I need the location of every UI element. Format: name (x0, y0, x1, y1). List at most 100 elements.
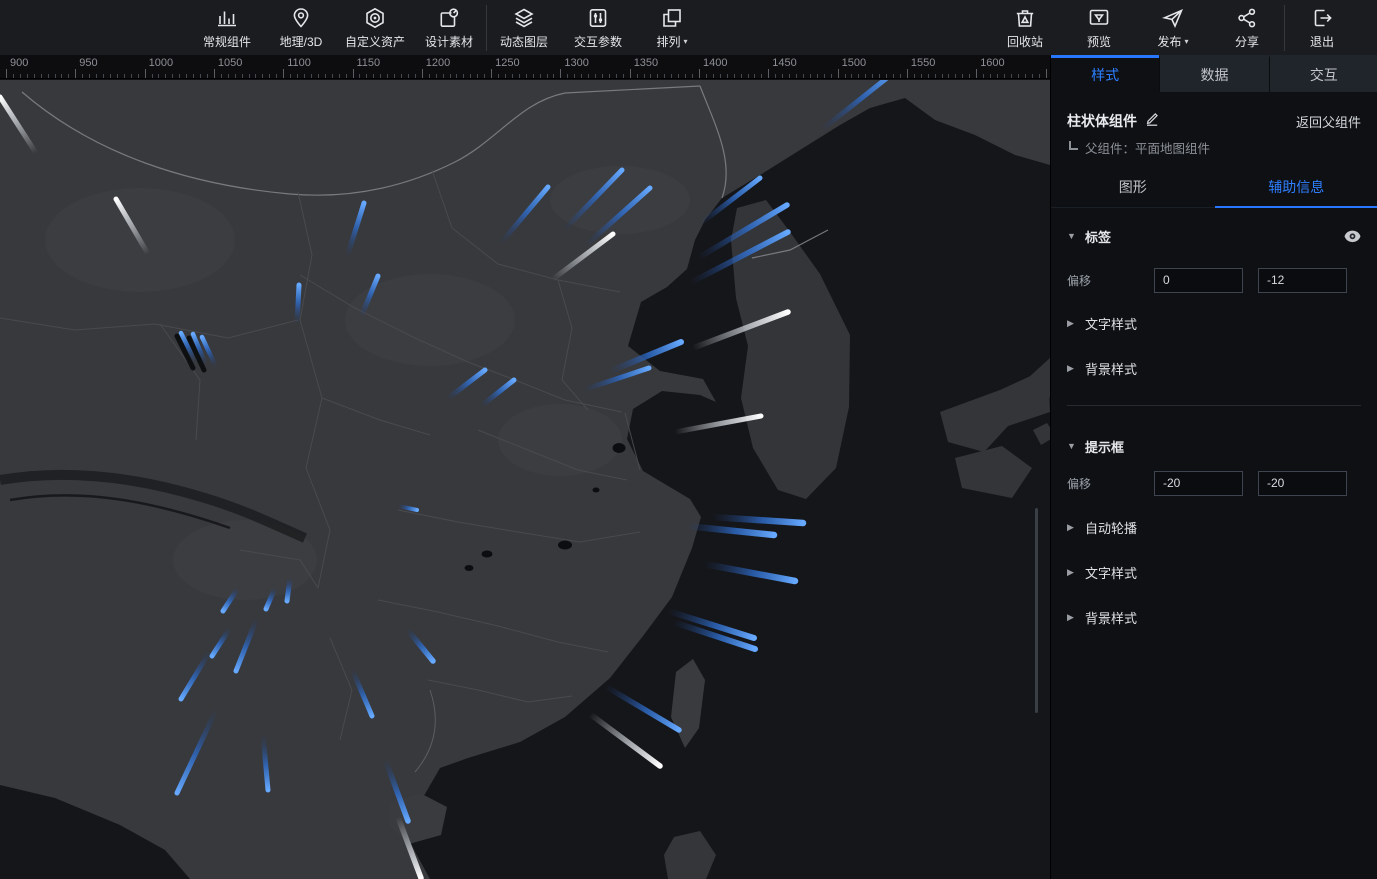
section-divider (1067, 405, 1361, 406)
toolbar-item-publish[interactable]: 发布▾ (1136, 0, 1210, 55)
datav-editor: 常规组件 地理/3D 自定义资产 (0, 0, 1377, 879)
tooltip-offset-y-input[interactable] (1258, 471, 1347, 496)
offset-label: 偏移 (1067, 475, 1091, 492)
ruler-label: 950 (79, 57, 97, 69)
chevron-collapsed-icon: ▶ (1067, 522, 1085, 533)
toolbar-item-label: 设计素材 (425, 33, 473, 50)
fold-label: 文字样式 (1085, 563, 1137, 582)
toolbar-item-design-assets[interactable]: 设计素材 (412, 0, 486, 55)
chevron-expanded-icon: ▼ (1067, 441, 1085, 451)
parent-component-label: 父组件：平面地图组件 (1085, 138, 1210, 157)
toolbar-item-preview[interactable]: 预览 (1062, 0, 1136, 55)
chevron-collapsed-icon: ▶ (1067, 363, 1085, 374)
label-offset-x-input[interactable] (1154, 268, 1243, 293)
parent-component-row: 父组件：平面地图组件 (1069, 139, 1210, 155)
corner-branch-icon (1069, 141, 1078, 150)
fold-label: 背景样式 (1085, 359, 1137, 378)
tab-style[interactable]: 样式 (1051, 55, 1159, 92)
tab-interaction[interactable]: 交互 (1269, 55, 1377, 92)
map-canvas[interactable] (0, 80, 1050, 879)
section-header-label[interactable]: ▼ 标签 (1067, 225, 1361, 247)
fold-row-bg-style[interactable]: ▶ 背景样式 (1067, 358, 1137, 378)
layers-icon (512, 6, 536, 30)
toolbar-item-arrange[interactable]: 排列▾ (635, 0, 709, 55)
hexagon-asset-icon (363, 6, 387, 30)
caret-down-icon: ▾ (1185, 37, 1189, 46)
offset-field-row: 偏移 (1067, 470, 1361, 496)
ruler-label: 1200 (426, 57, 450, 69)
ruler-label: 1050 (218, 57, 242, 69)
tab-data[interactable]: 数据 (1159, 55, 1268, 92)
map-pin-icon (289, 6, 313, 30)
ruler-label: 1350 (634, 57, 658, 69)
panel-tabs: 样式 数据 交互 (1051, 55, 1377, 92)
back-to-parent-link[interactable]: 返回父组件 (1296, 112, 1361, 131)
ruler-label: 1450 (772, 57, 796, 69)
toolbar-item-interaction-params[interactable]: 交互参数 (561, 0, 635, 55)
share-nodes-icon (1235, 6, 1259, 30)
subtab-auxiliary-info[interactable]: 辅助信息 (1215, 167, 1377, 207)
data-bar-blue[interactable] (287, 578, 290, 601)
toolbar-item-label: 排列▾ (656, 33, 687, 50)
settings-panel: 样式 数据 交互 柱状体组件 返回父组件 父组件：平面地图组件 图形 辅助信息 … (1050, 55, 1377, 879)
toolbar-item-label: 常规组件 (203, 33, 251, 50)
toolbar-item-label: 动态图层 (500, 33, 548, 50)
edit-pencil-icon[interactable] (1145, 111, 1159, 131)
ruler-label: 1300 (564, 57, 588, 69)
ruler-label: 1550 (911, 57, 935, 69)
toolbar-item-recycle-bin[interactable]: 回收站 (988, 0, 1062, 55)
tooltip-offset-x-input[interactable] (1154, 471, 1243, 496)
offset-label: 偏移 (1067, 272, 1091, 289)
chevron-collapsed-icon: ▶ (1067, 567, 1085, 578)
sliders-icon (586, 6, 610, 30)
visibility-eye-icon[interactable] (1344, 230, 1361, 243)
exit-icon (1310, 6, 1334, 30)
toolbar-item-label: 退出 (1310, 33, 1334, 50)
toolbar-item-label: 预览 (1087, 33, 1111, 50)
toolbar-item-exit[interactable]: 退出 (1285, 0, 1359, 55)
fold-row-auto-carousel[interactable]: ▶ 自动轮播 (1067, 517, 1137, 537)
section-title: 提示框 (1085, 437, 1124, 456)
publish-plane-icon (1161, 6, 1185, 30)
preview-icon (1087, 6, 1111, 30)
toolbar-item-label: 自定义资产 (345, 33, 405, 50)
ruler-label: 1250 (495, 57, 519, 69)
section-title: 标签 (1085, 227, 1111, 246)
fold-row-bg-style[interactable]: ▶ 背景样式 (1067, 607, 1137, 627)
toolbar-item-label: 分享 (1235, 33, 1259, 50)
ruler-label: 900 (10, 57, 28, 69)
toolbar-right-group: 回收站 预览 发布▾ 分享 (988, 0, 1377, 55)
ruler-label: 1150 (357, 57, 381, 69)
ruler-label: 1600 (980, 57, 1004, 69)
ruler-label: 1400 (703, 57, 727, 69)
horizontal-ruler: 9009501000105011001150120012501300135014… (0, 55, 1050, 79)
toolbar-item-label: 交互参数 (574, 33, 622, 50)
chevron-collapsed-icon: ▶ (1067, 318, 1085, 329)
toolbar-item-share[interactable]: 分享 (1210, 0, 1284, 55)
fold-row-text-style[interactable]: ▶ 文字样式 (1067, 562, 1137, 582)
chevron-collapsed-icon: ▶ (1067, 612, 1085, 623)
toolbar-item-regular-components[interactable]: 常规组件 (190, 0, 264, 55)
component-name: 柱状体组件 (1067, 111, 1137, 131)
toolbar-item-dynamic-layers[interactable]: 动态图层 (487, 0, 561, 55)
toolbar-item-custom-assets[interactable]: 自定义资产 (338, 0, 412, 55)
toolbar-item-label: 回收站 (1007, 33, 1043, 50)
fold-row-text-style[interactable]: ▶ 文字样式 (1067, 313, 1137, 333)
top-toolbar: 常规组件 地理/3D 自定义资产 (0, 0, 1377, 55)
chevron-expanded-icon: ▼ (1067, 231, 1085, 241)
data-bar-blue[interactable] (297, 285, 299, 324)
arrange-icon (660, 6, 684, 30)
toolbar-item-label: 发布▾ (1157, 33, 1188, 50)
toolbar-left-group: 常规组件 地理/3D 自定义资产 (0, 0, 709, 55)
panel-subtabs: 图形 辅助信息 (1051, 167, 1377, 208)
fold-label: 自动轮播 (1085, 518, 1137, 537)
design-asset-icon (437, 6, 461, 30)
fold-label: 文字样式 (1085, 314, 1137, 333)
component-title-row: 柱状体组件 返回父组件 (1067, 110, 1361, 132)
label-offset-y-input[interactable] (1258, 268, 1347, 293)
canvas-scrollbar[interactable] (1035, 508, 1038, 713)
toolbar-item-geo-3d[interactable]: 地理/3D (264, 0, 338, 55)
section-header-tooltip[interactable]: ▼ 提示框 (1067, 435, 1361, 457)
subtab-graphic[interactable]: 图形 (1051, 167, 1215, 207)
offset-field-row: 偏移 (1067, 267, 1361, 293)
